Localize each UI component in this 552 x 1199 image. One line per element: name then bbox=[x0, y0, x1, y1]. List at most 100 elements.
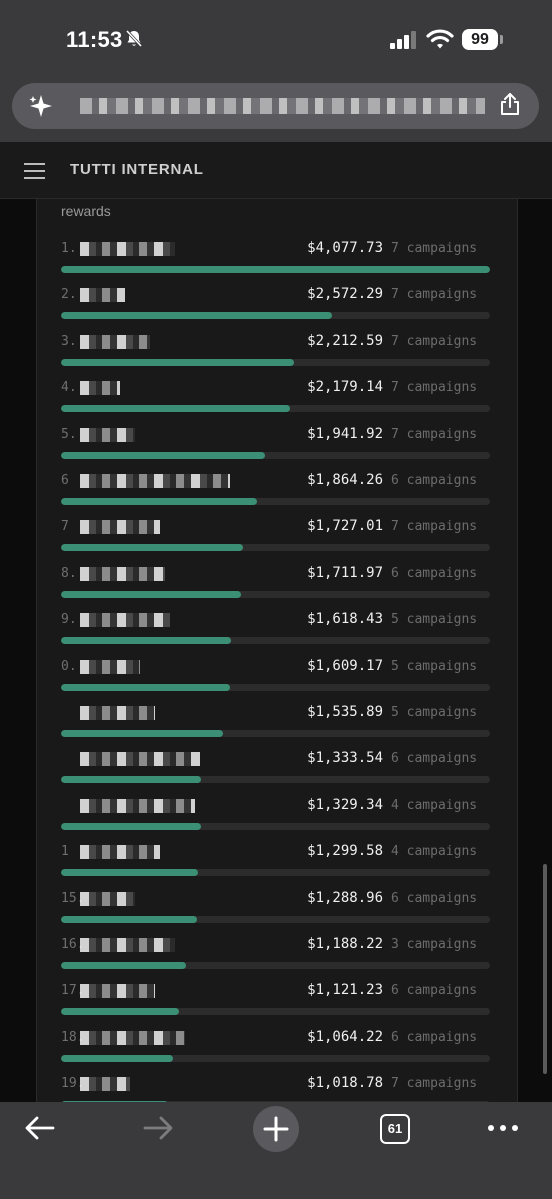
reward-amount: $1,727.01 bbox=[307, 518, 383, 535]
reward-amount: $1,941.92 bbox=[307, 425, 383, 442]
row-rank: 7 bbox=[61, 519, 69, 535]
leaderboard-row: 17. $1,121.23 6 campaigns bbox=[0, 982, 552, 1029]
campaign-count: 6 campaigns bbox=[391, 890, 478, 906]
progress-fill bbox=[61, 590, 242, 598]
battery-nub bbox=[500, 35, 503, 44]
user-name-redacted bbox=[80, 288, 125, 303]
progress-track bbox=[61, 451, 490, 459]
new-tab-button[interactable] bbox=[253, 1106, 299, 1152]
user-name-redacted bbox=[80, 474, 230, 488]
reward-amount: $1,609.17 bbox=[307, 657, 383, 674]
user-name-redacted bbox=[80, 1030, 185, 1045]
progress-fill bbox=[61, 730, 223, 737]
leaderboard-row: $1,329.34 4 campaigns bbox=[0, 796, 552, 844]
user-name-redacted bbox=[80, 520, 160, 535]
progress-track bbox=[61, 730, 490, 737]
reward-amount: $1,018.78 bbox=[307, 1075, 383, 1092]
leaderboard-row: $1,333.54 6 campaigns bbox=[0, 750, 552, 797]
progress-track bbox=[61, 312, 490, 320]
user-name-redacted bbox=[80, 938, 175, 952]
progress-track bbox=[61, 962, 490, 969]
progress-track bbox=[61, 869, 490, 877]
battery-indicator: 99 bbox=[462, 29, 498, 50]
campaign-count: 7 campaigns bbox=[391, 1076, 478, 1092]
forward-arrow-icon[interactable] bbox=[142, 1114, 174, 1147]
campaign-count: 6 campaigns bbox=[391, 473, 478, 488]
reward-amount: $1,618.43 bbox=[307, 611, 383, 628]
progress-track bbox=[61, 683, 490, 691]
user-name-redacted bbox=[80, 381, 120, 396]
reward-amount: $2,572.29 bbox=[307, 286, 383, 303]
campaign-count: 7 campaigns bbox=[391, 380, 478, 396]
wifi-icon bbox=[426, 28, 454, 55]
progress-fill bbox=[61, 915, 197, 923]
reward-amount: $4,077.73 bbox=[307, 240, 383, 256]
progress-fill bbox=[61, 637, 232, 645]
leaderboard-row: 3. $2,212.59 7 campaigns bbox=[0, 333, 552, 380]
scrollbar[interactable] bbox=[543, 864, 547, 1074]
hamburger-menu-icon[interactable] bbox=[24, 162, 46, 185]
sparkle-icon[interactable] bbox=[28, 93, 54, 124]
user-name-redacted bbox=[80, 752, 200, 767]
campaign-count: 7 campaigns bbox=[391, 426, 478, 442]
leaderboard-row: $1,535.89 5 campaigns bbox=[0, 704, 552, 751]
row-rank: 3. bbox=[61, 333, 77, 349]
row-rank: 6 bbox=[61, 473, 69, 488]
user-name-redacted bbox=[80, 845, 160, 860]
leaderboard-row: 6 $1,864.26 6 campaigns bbox=[0, 472, 552, 519]
reward-amount: $1,864.26 bbox=[307, 472, 383, 488]
progress-fill bbox=[61, 1054, 173, 1062]
progress-fill bbox=[61, 683, 231, 691]
row-rank: 5. bbox=[61, 426, 77, 442]
user-name-redacted bbox=[80, 798, 195, 813]
campaign-count: 4 campaigns bbox=[391, 844, 478, 860]
progress-fill bbox=[61, 822, 201, 830]
status-time: 11:53 bbox=[66, 27, 123, 52]
leaderboard-row: 18. $1,064.22 6 campaigns bbox=[0, 1029, 552, 1076]
campaign-count: 6 campaigns bbox=[391, 1029, 478, 1045]
page-title: TUTTI INTERNAL bbox=[70, 161, 204, 178]
progress-fill bbox=[61, 312, 332, 320]
section-label: rewards bbox=[61, 203, 111, 219]
bell-slash-icon bbox=[124, 29, 144, 49]
progress-fill bbox=[61, 869, 198, 877]
reward-amount: $1,288.96 bbox=[307, 889, 383, 906]
progress-track bbox=[61, 498, 490, 505]
user-name-redacted bbox=[80, 566, 165, 581]
back-arrow-icon[interactable] bbox=[24, 1114, 56, 1147]
campaign-count: 7 campaigns bbox=[391, 333, 478, 349]
url-text-redacted[interactable] bbox=[80, 98, 485, 114]
progress-track bbox=[61, 1008, 490, 1016]
share-icon[interactable] bbox=[499, 92, 521, 121]
leaderboard-row: 7 $1,727.01 7 campaigns bbox=[0, 518, 552, 565]
progress-fill bbox=[61, 544, 243, 552]
leaderboard-row: 9. $1,618.43 5 campaigns bbox=[0, 611, 552, 658]
campaign-count: 6 campaigns bbox=[391, 751, 478, 767]
row-rank: 9. bbox=[61, 612, 77, 628]
progress-track bbox=[61, 405, 490, 413]
reward-amount: $1,711.97 bbox=[307, 564, 383, 581]
reward-amount: $1,329.34 bbox=[307, 796, 383, 813]
progress-track bbox=[61, 266, 490, 273]
leaderboard-row: 1 $1,299.58 4 campaigns bbox=[0, 843, 552, 890]
progress-fill bbox=[61, 498, 258, 505]
progress-track bbox=[61, 358, 490, 366]
row-rank: 1 bbox=[61, 844, 69, 860]
more-icon[interactable] bbox=[487, 1120, 519, 1138]
leaderboard-row: 15. $1,288.96 6 campaigns bbox=[0, 889, 552, 937]
user-name-redacted bbox=[80, 706, 155, 720]
user-name-redacted bbox=[80, 613, 170, 628]
user-name-redacted bbox=[80, 659, 140, 674]
user-name-redacted bbox=[80, 242, 175, 256]
progress-fill bbox=[61, 962, 186, 969]
progress-fill bbox=[61, 1008, 179, 1016]
row-rank: 1. bbox=[61, 241, 77, 256]
leaderboard-row: 8. $1,711.97 6 campaigns bbox=[0, 564, 552, 612]
campaign-count: 4 campaigns bbox=[391, 797, 478, 813]
row-rank: 8. bbox=[61, 565, 77, 581]
tabs-button[interactable]: 61 bbox=[380, 1114, 410, 1144]
user-name-redacted bbox=[80, 984, 155, 999]
reward-amount: $2,179.14 bbox=[307, 379, 383, 396]
progress-fill bbox=[61, 776, 202, 784]
reward-amount: $1,299.58 bbox=[307, 843, 383, 860]
